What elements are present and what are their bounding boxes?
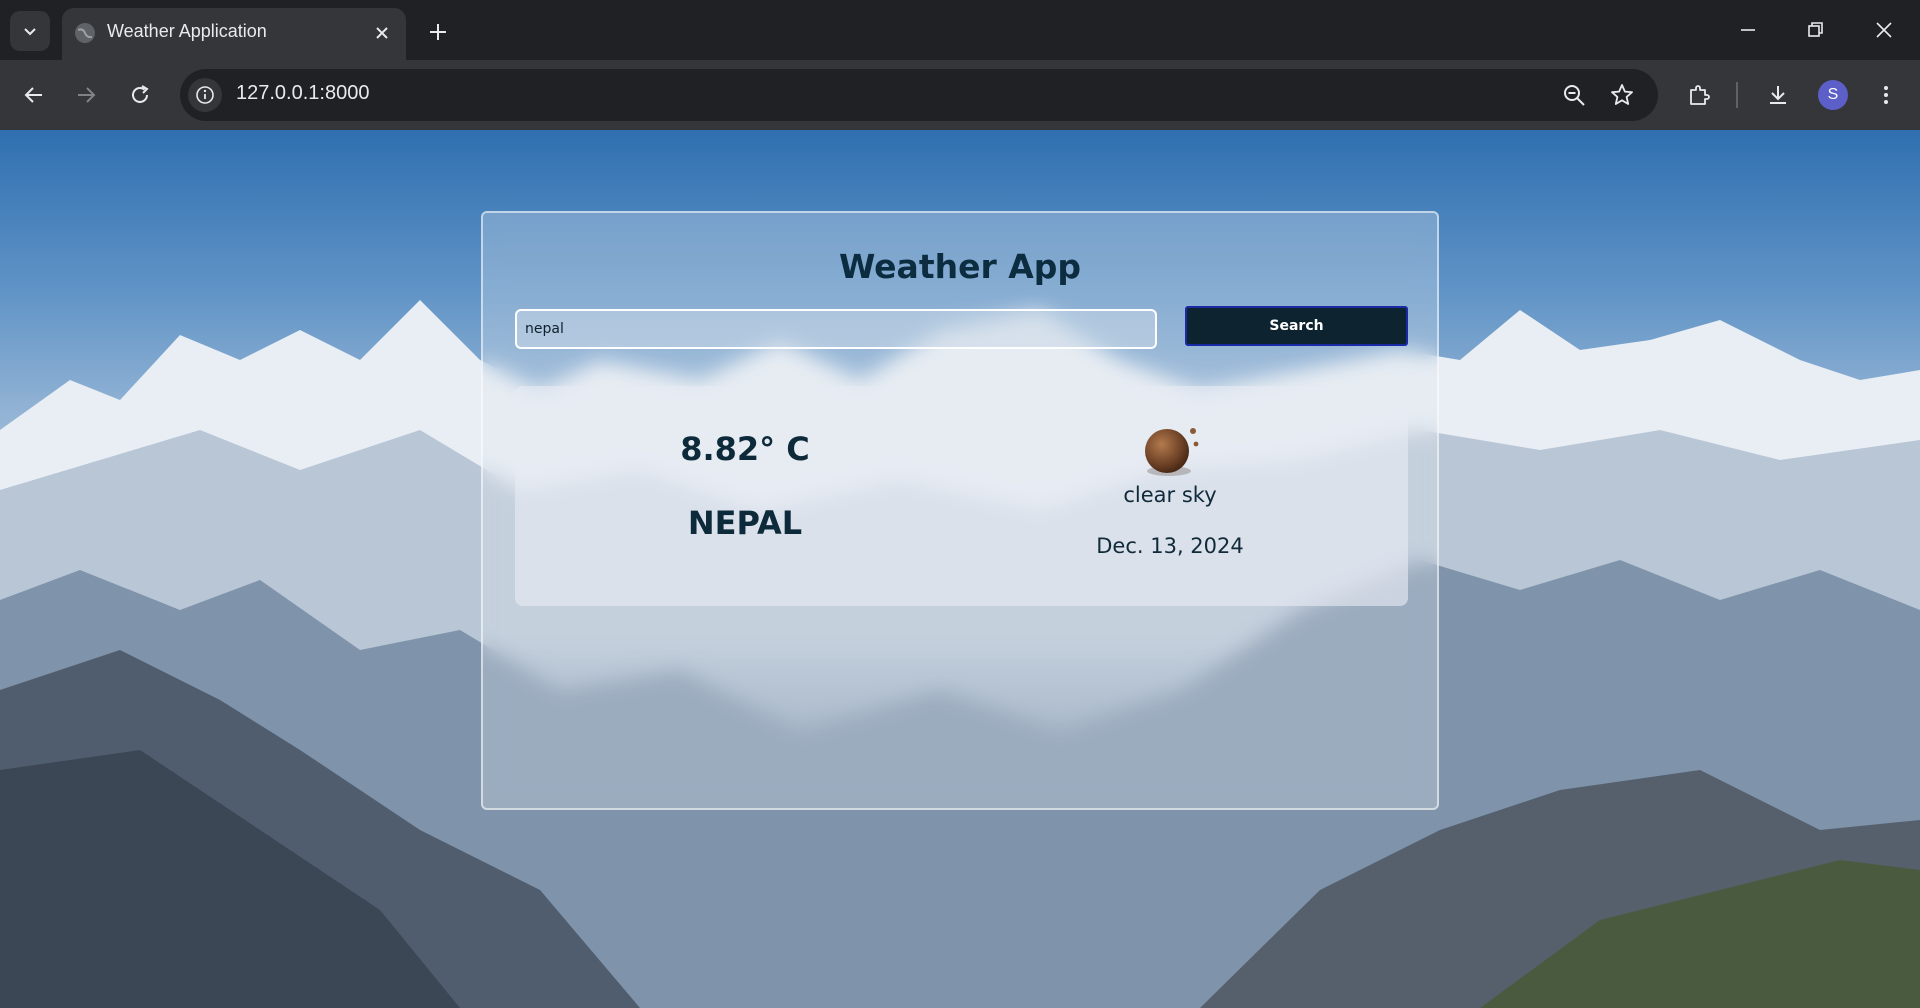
downloads-button[interactable] <box>1762 79 1794 111</box>
more-vert-icon <box>1884 86 1888 104</box>
close-icon <box>1876 22 1892 38</box>
toolbar-divider <box>1736 82 1738 108</box>
search-button[interactable]: Search <box>1185 306 1408 346</box>
menu-button[interactable] <box>1870 79 1902 111</box>
back-button[interactable] <box>16 77 52 113</box>
url-text[interactable]: 127.0.0.1:8000 <box>236 82 369 105</box>
zoom-button[interactable] <box>1560 81 1588 109</box>
zoom-out-icon <box>1564 85 1585 106</box>
arrow-right-icon <box>78 87 96 103</box>
weather-card: Weather App Search 8.82° C NEPAL clear <box>481 211 1439 810</box>
city-name: NEPAL <box>687 504 803 542</box>
restore-icon <box>1808 22 1823 37</box>
clear-sky-icon <box>1145 428 1199 476</box>
new-tab-icon[interactable] <box>422 16 454 48</box>
bookmark-button[interactable] <box>1608 81 1636 109</box>
minimize-button[interactable] <box>1728 12 1768 48</box>
temperature: 8.82° C <box>680 430 810 468</box>
forward-button[interactable] <box>68 77 104 113</box>
browser-tab[interactable]: Weather Application <box>62 8 406 60</box>
app-title: Weather App <box>838 247 1082 286</box>
tab-title: Weather Application <box>107 21 267 41</box>
weather-date: Dec. 13, 2024 <box>1096 534 1244 558</box>
address-bar[interactable]: 127.0.0.1:8000 <box>180 69 1658 121</box>
site-info-button[interactable] <box>188 78 222 112</box>
profile-avatar[interactable]: S <box>1818 80 1848 110</box>
page-viewport: Weather App Search 8.82° C NEPAL clear <box>0 130 1920 1008</box>
browser-toolbar: 127.0.0.1:8000 S <box>0 60 1920 130</box>
tab-strip: Weather Application <box>0 0 1920 60</box>
puzzle-icon <box>1690 85 1710 105</box>
globe-icon <box>75 23 95 43</box>
close-icon[interactable] <box>372 23 392 43</box>
extensions-button[interactable] <box>1683 79 1715 111</box>
close-window-button[interactable] <box>1864 12 1904 48</box>
tab-search-button[interactable] <box>10 11 50 51</box>
info-icon <box>196 86 214 104</box>
restore-button[interactable] <box>1796 12 1836 48</box>
arrow-left-icon <box>24 87 42 103</box>
weather-result-panel: 8.82° C NEPAL clear sky Dec. 13, 2024 <box>515 386 1408 606</box>
minimize-icon <box>1741 29 1755 31</box>
star-icon <box>1611 84 1633 105</box>
city-search-input[interactable] <box>515 309 1157 349</box>
download-icon <box>1770 86 1786 104</box>
reload-button[interactable] <box>122 77 158 113</box>
weather-description: clear sky <box>1123 483 1217 507</box>
chevron-down-icon <box>24 28 36 36</box>
reload-icon <box>132 85 149 103</box>
